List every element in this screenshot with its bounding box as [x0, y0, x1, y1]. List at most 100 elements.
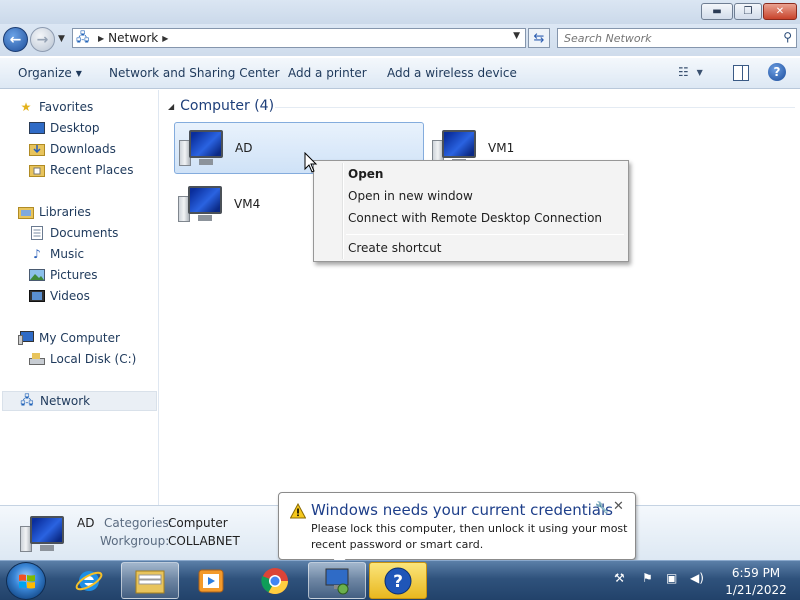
group-divider [275, 107, 795, 108]
help-button[interactable]: ? [768, 63, 786, 81]
chevron-down-icon: ▼ [75, 69, 82, 78]
clock-date[interactable]: 1/21/2022 [716, 583, 796, 597]
sidebar-item-label: Pictures [50, 268, 98, 282]
maximize-button[interactable]: ❐ [734, 3, 762, 20]
sidebar-item-label: Libraries [39, 205, 91, 219]
sidebar-item-documents[interactable]: Documents [29, 223, 118, 243]
music-icon: ♪ [33, 247, 41, 261]
view-icon: ☷ [678, 65, 689, 79]
internet-explorer-icon [75, 570, 103, 591]
chevron-down-icon: ▼ [58, 34, 65, 44]
sidebar-item-label: Desktop [50, 121, 100, 135]
start-button[interactable] [6, 562, 46, 600]
computer-label: VM1 [488, 141, 515, 155]
action-center-icon[interactable]: ⚑ [642, 571, 653, 585]
notification-close-icon[interactable]: ✕ [613, 499, 624, 514]
menu-item-create-shortcut[interactable]: Create shortcut [348, 241, 441, 255]
add-printer-button[interactable]: Add a printer [288, 66, 367, 80]
command-bar: Organize ▼ Network and Sharing Center Add… [0, 58, 800, 89]
add-wireless-device-button[interactable]: Add a wireless device [387, 66, 517, 80]
sidebar-item-desktop[interactable]: Desktop [29, 118, 100, 138]
notification-balloon[interactable]: Windows needs your current credentials P… [278, 492, 636, 560]
group-header[interactable]: ◢ Computer (4) [168, 98, 274, 114]
help-icon: ? [384, 567, 412, 594]
sidebar-item-pictures[interactable]: Pictures [29, 265, 98, 285]
minimize-button[interactable]: ▬ [701, 3, 733, 20]
volume-icon[interactable]: ◀) [690, 571, 704, 585]
close-button[interactable]: ✕ [763, 3, 797, 20]
sidebar-item-recent-places[interactable]: Recent Places [29, 160, 133, 180]
mouse-cursor-icon [304, 152, 318, 173]
sidebar-item-libraries[interactable]: Libraries [18, 202, 91, 222]
preview-pane-button[interactable] [733, 65, 749, 81]
network-icon: 🖧 [76, 29, 90, 44]
menu-item-remote-desktop[interactable]: Connect with Remote Desktop Connection [348, 211, 602, 225]
sidebar-item-label: Local Disk (C:) [50, 352, 137, 366]
address-bar[interactable]: 🖧 ▶ Network ▶ ▼ [72, 28, 526, 48]
notification-text: Please lock this computer, then unlock i… [311, 522, 628, 535]
pictures-icon [29, 268, 45, 282]
group-header-label: Computer (4) [180, 98, 275, 114]
recent-pages-button[interactable]: ▼ [58, 34, 65, 44]
menu-item-open[interactable]: Open [348, 167, 383, 181]
navigation-pane: ★ Favorites Desktop Downloads Recent Pla… [0, 90, 159, 505]
sidebar-item-downloads[interactable]: Downloads [29, 139, 116, 159]
desktop-icon [29, 121, 45, 135]
forward-button[interactable]: → [30, 27, 55, 52]
maximize-icon: ❐ [743, 6, 753, 17]
organize-button[interactable]: Organize ▼ [18, 66, 82, 80]
taskbar-windows-explorer[interactable] [121, 562, 179, 599]
collapse-caret-icon: ◢ [168, 101, 175, 111]
clock-time[interactable]: 6:59 PM [716, 566, 796, 580]
sidebar-item-music[interactable]: ♪ Music [29, 244, 84, 264]
recent-places-icon [29, 163, 45, 177]
sidebar-item-network[interactable]: 🖧 Network [2, 391, 157, 411]
sidebar-item-label: My Computer [39, 331, 120, 345]
svg-text:?: ? [393, 572, 403, 592]
change-view-button[interactable]: ☷ ▼ [678, 65, 712, 81]
taskbar-chrome[interactable] [246, 562, 304, 599]
search-input[interactable] [564, 31, 774, 45]
sidebar-item-videos[interactable]: Videos [29, 286, 90, 306]
sidebar-item-label: Recent Places [50, 163, 134, 177]
computer-label: VM4 [234, 197, 261, 211]
taskbar-media-player[interactable] [182, 562, 240, 599]
context-menu: Open Open in new window Connect with Rem… [313, 160, 629, 262]
sidebar-item-label: Music [50, 247, 85, 261]
system-tray: ⚒ ⚑ ▣ ◀) [612, 571, 712, 591]
network-sharing-center-button[interactable]: Network and Sharing Center [109, 66, 280, 80]
taskbar-internet-explorer[interactable] [60, 562, 118, 599]
warning-icon [290, 503, 306, 519]
network-tray-icon[interactable]: ⚒ [614, 571, 625, 585]
sidebar-item-label: Documents [50, 226, 119, 240]
network-status-icon[interactable]: ▣ [666, 571, 677, 585]
back-button[interactable]: ← [3, 27, 28, 52]
windows-logo-icon [19, 574, 35, 589]
notification-title: Windows needs your current credentials [311, 501, 613, 519]
search-icon[interactable]: ⚲ [783, 30, 792, 44]
sidebar-item-label: Videos [50, 289, 90, 303]
breadcrumb-chevron-icon[interactable]: ▶ [162, 34, 168, 43]
documents-icon [29, 226, 45, 240]
downloads-folder-icon [29, 142, 45, 156]
sidebar-item-label: Network [40, 394, 91, 408]
refresh-button[interactable]: ⇆ [528, 28, 550, 48]
notification-options-icon[interactable]: 🔧 [595, 501, 609, 514]
taskbar-network-window[interactable] [308, 562, 366, 599]
menu-item-open-new-window[interactable]: Open in new window [348, 189, 473, 203]
details-categories-value: Computer [168, 516, 228, 530]
sidebar-item-favorites[interactable]: ★ Favorites [18, 97, 94, 117]
computer-icon [20, 512, 68, 556]
address-dropdown-icon[interactable]: ▼ [513, 31, 520, 41]
sidebar-item-local-disk[interactable]: Local Disk (C:) [29, 349, 136, 369]
help-icon: ? [773, 65, 781, 79]
sidebar-item-my-computer[interactable]: My Computer [18, 328, 120, 348]
star-icon: ★ [20, 100, 32, 114]
search-box[interactable]: ⚲ [557, 28, 797, 48]
videos-icon [29, 289, 45, 303]
computer-icon [18, 331, 34, 345]
computer-icon [179, 126, 227, 170]
taskbar-help-app[interactable]: ? [369, 562, 427, 599]
breadcrumb-network[interactable]: Network [108, 31, 158, 45]
back-arrow-icon: ← [9, 31, 22, 48]
